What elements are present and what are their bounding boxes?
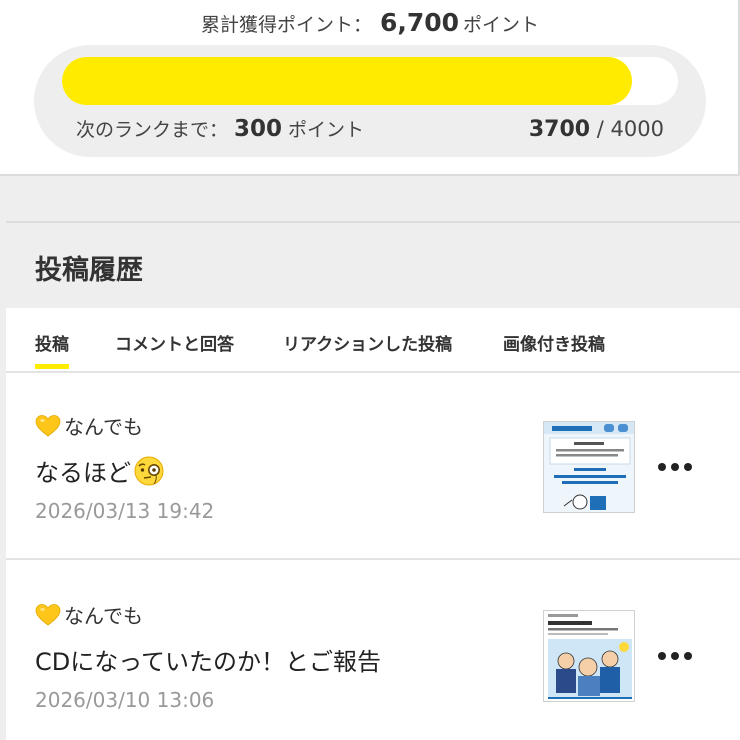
post-body-text: なるほど [35,459,131,487]
rank-progress-track [62,57,678,105]
post-body-text: CDになっていたのか！とご報告 [35,648,382,676]
ellipsis-dot [671,652,679,660]
post-body[interactable]: CDになっていたのか！とご報告 [35,642,381,677]
monocle-face-icon [134,456,164,485]
ellipsis-dot [684,463,692,471]
yellow-heart-icon [35,414,61,437]
points-card: 累計獲得ポイント： 6,700 ポイント 次のランクまで： 300 ポイント 3700 … [0,0,740,176]
progress-current: 3700 [528,117,591,142]
total-points-label: 累計獲得ポイント： [200,14,372,36]
post-timestamp: 2026/03/10 13:06 [35,688,215,712]
post-more-button[interactable] [658,644,692,668]
post-history-title: 投稿履歴 [35,255,143,286]
post-body[interactable]: なるほど [35,453,165,488]
article-illustration-thumbnail-icon [544,611,634,701]
post-history-header: 投稿履歴 [6,221,740,308]
tab-reacted-posts[interactable]: リアクションした投稿 [283,330,452,355]
progress-separator: / [590,117,611,141]
post-thumbnail[interactable] [543,610,635,702]
tab-posts[interactable]: 投稿 [35,330,69,369]
rank-progress-fill [62,57,632,105]
post-item[interactable]: なんでも CDになっていたのか！とご報告 2026/03/10 13:06 [6,562,740,740]
post-history-section: 投稿履歴 投稿 コメントと回答 リアクションした投稿 画像付き投稿 なんでも な… [6,221,740,740]
rank-progress-box: 次のランクまで： 300 ポイント 3700 / 4000 [34,45,706,157]
post-thumbnail[interactable] [543,421,635,513]
yellow-heart-icon [35,603,61,626]
total-points-unit: ポイント [463,14,540,36]
history-tabs: 投稿 コメントと回答 リアクションした投稿 画像付き投稿 [6,308,740,373]
tab-image-posts[interactable]: 画像付き投稿 [503,330,605,355]
ellipsis-dot [671,463,679,471]
progress-max: 4000 [610,117,664,141]
post-more-button[interactable] [658,455,692,479]
post-category-label: なんでも [64,415,143,439]
ellipsis-dot [684,652,692,660]
next-rank-value: 300 [234,116,283,142]
post-category[interactable]: なんでも [35,600,143,629]
post-item[interactable]: なんでも なるほど 2026/03/13 19:42 [6,373,740,560]
post-category[interactable]: なんでも [35,411,143,440]
tab-comments-answers[interactable]: コメントと回答 [115,330,234,355]
post-category-label: なんでも [64,604,143,628]
next-rank-label: 次のランクまで： [76,119,229,141]
rank-progress-text: 3700 / 4000 [529,117,664,142]
total-points-value: 6,700 [379,8,460,37]
next-rank-unit: ポイント [288,119,365,141]
ellipsis-icon [658,652,666,660]
next-rank-line: 次のランクまで： 300 ポイント [76,115,364,142]
ellipsis-icon [658,463,666,471]
infographic-thumbnail-icon [544,422,634,512]
post-timestamp: 2026/03/13 19:42 [35,499,215,523]
total-points-line: 累計獲得ポイント： 6,700 ポイント [0,8,740,37]
